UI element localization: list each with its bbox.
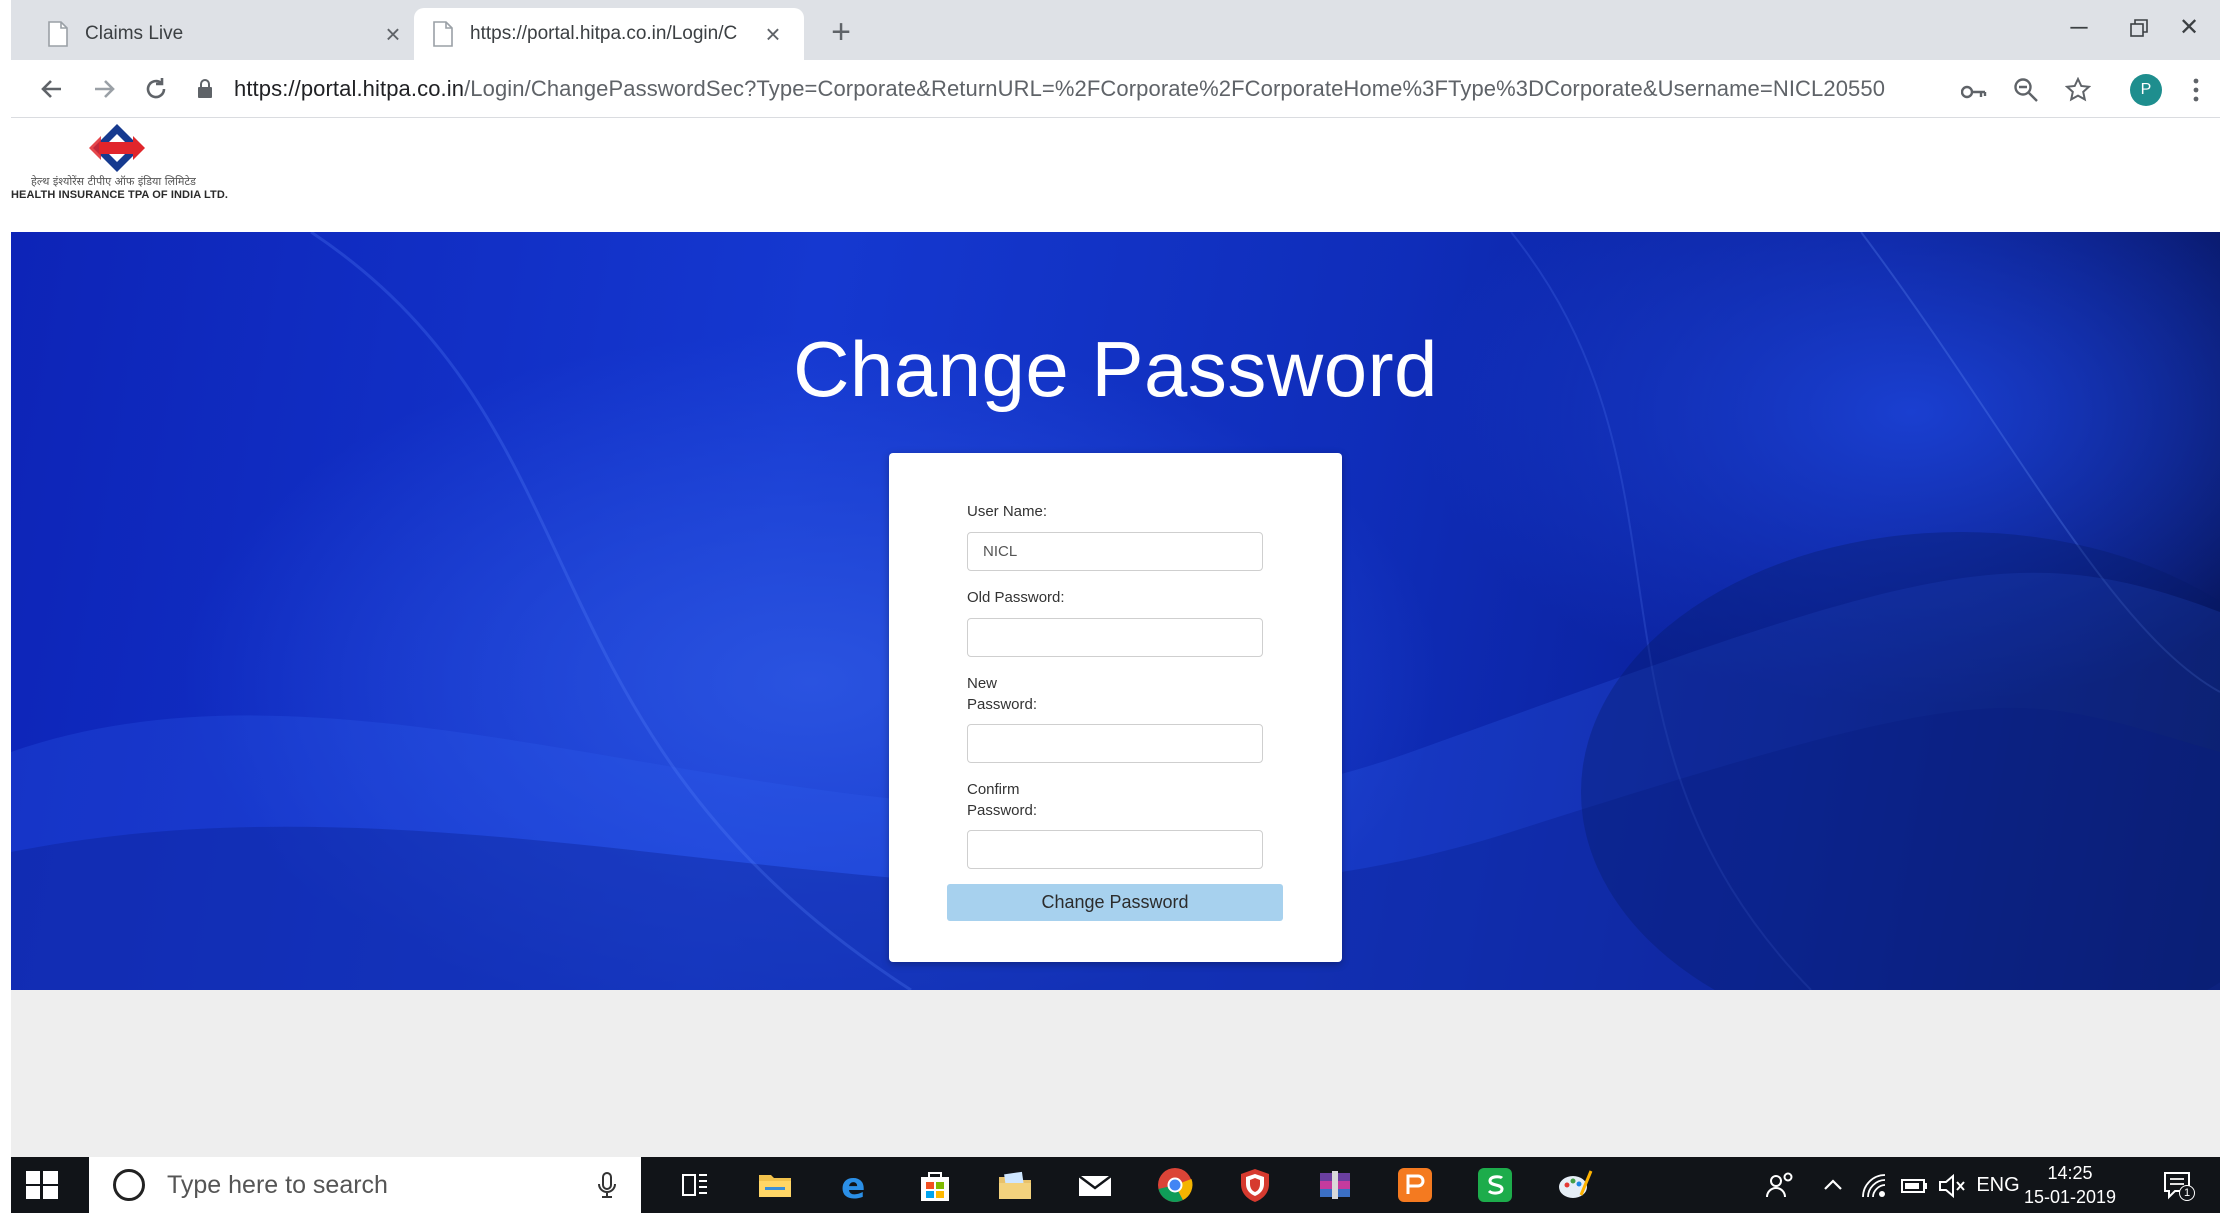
windows-start-icon[interactable]: [25, 1169, 59, 1201]
new-password-input[interactable]: [967, 724, 1263, 763]
minimize-button[interactable]: ─: [2051, 6, 2107, 50]
back-button[interactable]: [33, 70, 71, 108]
bookmark-button[interactable]: [2060, 72, 2096, 108]
restore-button[interactable]: [2111, 6, 2167, 50]
hitpa-logo[interactable]: हेल्थ इंश्योरेंस टीपीए ऑफ इंडिया लिमिटेड…: [11, 118, 229, 232]
url-path: /Login/ChangePasswordSec?Type=Corporate&…: [464, 76, 1886, 101]
new-password-label-line2: Password:: [967, 696, 1038, 713]
file-explorer-icon[interactable]: [755, 1165, 795, 1205]
page-icon: [48, 21, 68, 47]
store-icon[interactable]: [915, 1165, 955, 1205]
browser-toolbar: https://portal.hitpa.co.in/Login/ChangeP…: [11, 60, 2220, 118]
star-icon: [2064, 76, 2092, 102]
people-icon[interactable]: [1763, 1167, 1799, 1203]
task-view-icon[interactable]: [675, 1165, 715, 1205]
tab-change-password[interactable]: https://portal.hitpa.co.in/Login/C ×: [414, 8, 804, 60]
volume-muted-icon[interactable]: [1937, 1171, 1967, 1201]
restore-icon: [2130, 19, 2148, 37]
zoom-out-icon: [2014, 78, 2038, 102]
new-password-label-line1: New: [967, 675, 998, 692]
hero-banner: Change Password User Name: Old Password:…: [11, 232, 2220, 990]
wps-presentation-icon[interactable]: [1395, 1165, 1435, 1205]
password-key-icon[interactable]: [1956, 72, 1992, 108]
windows-taskbar: Type here to search e ENG 14:25 15-01-20…: [11, 1157, 2220, 1213]
taskbar-search-box[interactable]: Type here to search: [89, 1157, 641, 1213]
url-text: https://portal.hitpa.co.in/Login/ChangeP…: [234, 76, 1885, 102]
kebab-menu-icon: [2193, 78, 2199, 102]
confirm-password-label: Confirm Password:: [967, 779, 1037, 821]
tab-claims-live[interactable]: Claims Live ×: [29, 8, 424, 60]
network-icon[interactable]: [1859, 1171, 1889, 1201]
tab-title: Claims Live: [85, 23, 184, 44]
paint-icon[interactable]: [1555, 1165, 1595, 1205]
site-header: हेल्थ इंश्योरेंस टीपीए ऑफ इंडिया लिमिटेड…: [11, 118, 2220, 232]
change-password-button[interactable]: Change Password: [947, 884, 1283, 921]
lock-icon: [198, 79, 212, 98]
page-title: Change Password: [793, 325, 1438, 413]
back-arrow-icon: [41, 80, 61, 98]
documents-folder-icon[interactable]: [995, 1165, 1035, 1205]
address-bar[interactable]: https://portal.hitpa.co.in/Login/ChangeP…: [194, 68, 1974, 110]
username-input[interactable]: [967, 532, 1263, 571]
close-window-button[interactable]: ✕: [2161, 6, 2217, 50]
profile-avatar[interactable]: P: [2130, 74, 2162, 106]
change-password-form: User Name: Old Password: New Password: C…: [889, 453, 1342, 962]
logo-mark-icon: [89, 124, 145, 172]
microphone-icon[interactable]: [593, 1171, 621, 1199]
confirm-password-input[interactable]: [967, 830, 1263, 869]
reload-icon: [146, 78, 166, 99]
new-tab-button[interactable]: +: [823, 14, 859, 50]
security-shield-icon[interactable]: [1235, 1165, 1275, 1205]
old-password-label: Old Password:: [967, 589, 1065, 606]
forward-arrow-icon: [95, 80, 115, 98]
logo-tagline: हेल्थ इंश्योरेंस टीपीए ऑफ इंडिया लिमिटेड: [31, 175, 196, 188]
close-tab-icon[interactable]: ×: [380, 21, 406, 47]
old-password-input[interactable]: [967, 618, 1263, 657]
confirm-password-label-line2: Password:: [967, 802, 1038, 819]
mail-icon[interactable]: [1075, 1165, 1115, 1205]
page-footer-area: [11, 990, 2220, 1157]
chevron-up-icon[interactable]: [1819, 1171, 1847, 1199]
search-placeholder: Type here to search: [167, 1170, 388, 1199]
battery-icon[interactable]: [1899, 1171, 1929, 1201]
url-host: https://portal.hitpa.co.in: [234, 76, 465, 101]
edge-browser-icon[interactable]: e: [835, 1165, 875, 1205]
reload-button[interactable]: [137, 70, 175, 108]
notification-count: 1: [2179, 1185, 2195, 1201]
username-label: User Name:: [967, 503, 1048, 520]
new-password-label: New Password:: [967, 673, 1037, 715]
zoom-button[interactable]: [2008, 72, 2044, 108]
browser-window: Claims Live × https://portal.hitpa.co.in…: [11, 0, 2220, 1213]
menu-button[interactable]: [2178, 72, 2214, 108]
forward-button[interactable]: [85, 70, 123, 108]
tab-strip: Claims Live × https://portal.hitpa.co.in…: [11, 0, 2220, 60]
winrar-icon[interactable]: [1315, 1165, 1355, 1205]
key-icon: [1960, 85, 1987, 99]
taskbar-clock[interactable]: 14:25 15-01-2019: [2015, 1161, 2125, 1209]
close-tab-icon[interactable]: ×: [760, 21, 786, 47]
logo-company-name: HEALTH INSURANCE TPA OF INDIA LTD.: [11, 189, 229, 201]
page-icon: [433, 21, 453, 47]
tab-title: https://portal.hitpa.co.in/Login/C: [470, 23, 738, 44]
chrome-icon[interactable]: [1155, 1165, 1195, 1205]
action-center-button[interactable]: 1: [2161, 1169, 2195, 1203]
confirm-password-label-line1: Confirm: [967, 781, 1020, 798]
clock-time: 14:25: [2047, 1163, 2093, 1183]
cortana-icon: [113, 1169, 145, 1201]
wps-spreadsheet-icon[interactable]: [1475, 1165, 1515, 1205]
svg-text:e: e: [841, 1166, 865, 1205]
clock-date: 15-01-2019: [2023, 1187, 2117, 1207]
